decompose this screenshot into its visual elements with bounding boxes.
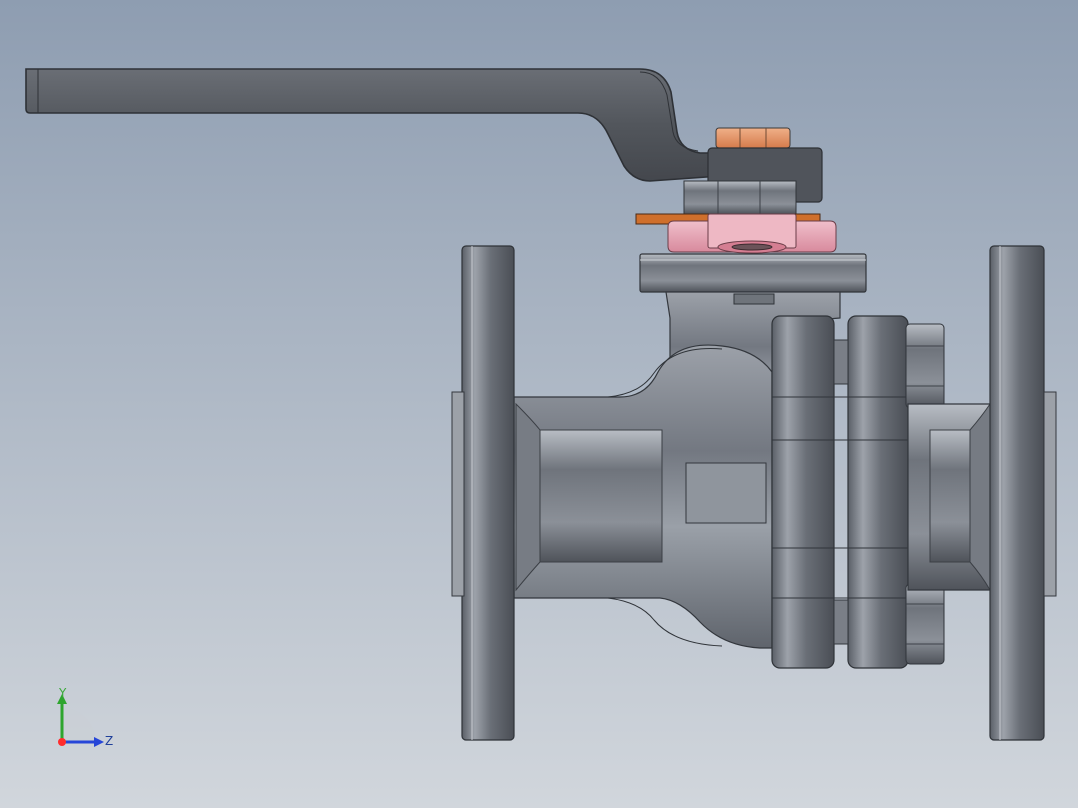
z-arrow-icon	[94, 737, 104, 747]
right-bore-taper	[969, 402, 991, 592]
z-axis-label: Z	[105, 734, 113, 748]
cad-viewport[interactable]: Y Z	[0, 0, 1078, 808]
x-axis-icon	[58, 738, 66, 746]
bolt-head-top[interactable]	[905, 323, 945, 409]
name-plate[interactable]	[685, 462, 767, 524]
triad-sector	[62, 708, 96, 742]
stem-bore	[731, 243, 773, 251]
connector-block-left[interactable]	[771, 315, 835, 669]
hex-collar[interactable]	[683, 180, 797, 215]
connector-gap	[833, 339, 849, 385]
right-flange-disc[interactable]	[989, 245, 1045, 741]
bore-left-taper	[515, 402, 541, 592]
y-axis-label: Y	[58, 686, 67, 700]
neck-thread	[733, 293, 775, 305]
connector-gap-2	[833, 599, 849, 645]
stem-nut[interactable]	[715, 127, 791, 149]
right-pipe[interactable]	[907, 402, 991, 592]
orientation-triad[interactable]: Y Z	[48, 684, 124, 756]
left-flange-disc[interactable]	[461, 245, 515, 741]
bolt-head-bottom[interactable]	[905, 583, 945, 665]
valve-model[interactable]	[0, 0, 1078, 808]
connector-block-right[interactable]	[847, 315, 909, 669]
left-flange-face	[451, 391, 465, 597]
bore-left	[539, 429, 663, 563]
right-flange-face	[1043, 391, 1057, 597]
right-bore	[929, 429, 971, 563]
